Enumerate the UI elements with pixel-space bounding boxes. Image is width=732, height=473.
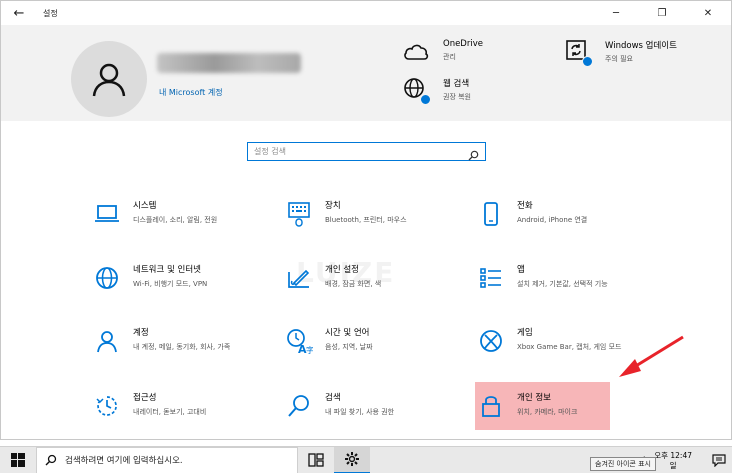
tile-time-language[interactable]: A字 시간 및 언어 음성, 지역, 날짜 xyxy=(285,326,465,376)
microsoft-account-link[interactable]: 내 Microsoft 계정 xyxy=(159,87,223,98)
window-controls: ─ ❐ ✕ xyxy=(593,1,731,25)
title-bar: ← 설정 ─ ❐ ✕ xyxy=(1,1,731,25)
notification-dot xyxy=(582,56,593,67)
tile-subtitle: 위치, 카메라, 마이크 xyxy=(517,408,578,416)
windows-logo-icon xyxy=(11,453,25,467)
tile-phone[interactable]: 전화 Android, iPhone 연결 xyxy=(477,199,657,249)
laptop-icon xyxy=(93,200,121,228)
time-language-icon: A字 xyxy=(285,327,313,355)
tile-search[interactable]: 검색 내 파일 찾기, 사용 권한 xyxy=(285,391,465,441)
globe-icon xyxy=(93,264,121,292)
tile-network[interactable]: 네트워크 및 인터넷 Wi-Fi, 비행기 모드, VPN xyxy=(93,263,273,313)
gear-icon xyxy=(345,452,359,466)
minimize-button[interactable]: ─ xyxy=(593,1,639,25)
tile-subtitle: 내 계정, 메일, 동기화, 회사, 가족 xyxy=(133,343,231,351)
tile-devices[interactable]: 장치 Bluetooth, 프린터, 마우스 xyxy=(285,199,465,249)
apps-list-icon xyxy=(477,264,505,292)
search-icon[interactable] xyxy=(468,146,479,161)
windows-update-title: Windows 업데이트 xyxy=(605,41,677,51)
onedrive-title: OneDrive xyxy=(443,39,483,49)
accessibility-icon xyxy=(93,392,121,420)
phone-icon xyxy=(477,200,505,228)
notification-center-icon[interactable] xyxy=(706,447,732,473)
back-button[interactable]: ← xyxy=(1,1,37,25)
onedrive-sub: 관리 xyxy=(443,53,456,61)
tile-subtitle: Bluetooth, 프린터, 마우스 xyxy=(325,216,407,224)
tile-subtitle: Android, iPhone 연결 xyxy=(517,216,588,224)
windows-update-item[interactable]: Windows 업데이트 주의 필요 xyxy=(565,39,677,67)
tile-title: 시간 및 언어 xyxy=(325,328,370,338)
settings-search-input[interactable] xyxy=(248,147,458,156)
web-search-item[interactable]: 웹 검색 권장 복원 xyxy=(403,77,471,105)
web-search-title: 웹 검색 xyxy=(443,79,470,89)
paint-icon xyxy=(285,264,313,292)
tile-title: 전화 xyxy=(517,201,533,211)
maximize-button[interactable]: ❐ xyxy=(639,1,685,25)
cloud-icon xyxy=(403,39,429,65)
search-icon xyxy=(45,454,57,466)
tile-subtitle: 배경, 잠금 화면, 색 xyxy=(325,280,382,288)
search-icon xyxy=(285,392,313,420)
notification-dot xyxy=(420,94,431,105)
tile-privacy[interactable]: 개인 정보 위치, 카메라, 마이크 xyxy=(477,391,657,441)
red-arrow-annotation xyxy=(619,335,684,377)
tile-system[interactable]: 시스템 디스플레이, 소리, 알림, 전원 xyxy=(93,199,273,249)
globe-icon xyxy=(403,77,431,105)
task-view-icon xyxy=(308,453,324,467)
start-button[interactable] xyxy=(0,447,36,473)
onedrive-item[interactable]: OneDrive 관리 xyxy=(403,39,483,65)
user-name-blurred xyxy=(157,53,301,73)
tile-title: 장치 xyxy=(325,201,341,211)
tray-tooltip: 숨겨진 아이콘 표시 xyxy=(590,457,656,471)
tile-title: 네트워크 및 인터넷 xyxy=(133,265,201,275)
web-search-sub: 권장 복원 xyxy=(443,93,471,101)
update-icon xyxy=(565,39,593,67)
tile-personalization[interactable]: 개인 설정 배경, 잠금 화면, 색 xyxy=(285,263,465,313)
tile-subtitle: 설치 제거, 기본값, 선택적 기능 xyxy=(517,280,608,288)
xbox-icon xyxy=(477,327,505,355)
tile-title: 계정 xyxy=(133,328,149,338)
lock-icon xyxy=(477,392,505,420)
tile-apps[interactable]: 앱 설치 제거, 기본값, 선택적 기능 xyxy=(477,263,657,313)
settings-search-box[interactable] xyxy=(247,142,486,161)
taskbar-search-box[interactable]: 검색하려면 여기에 입력하십시오. xyxy=(36,446,298,473)
settings-window: ← 설정 ─ ❐ ✕ 내 Microsoft 계정 OneDrive 관리 Wi… xyxy=(0,0,732,440)
settings-taskbar-button[interactable] xyxy=(334,446,370,473)
user-avatar-icon xyxy=(92,63,126,97)
tile-title: 검색 xyxy=(325,393,341,403)
avatar[interactable] xyxy=(71,41,147,117)
tile-accessibility[interactable]: 접근성 내레이터, 돋보기, 고대비 xyxy=(93,391,273,441)
tile-subtitle: Wi-Fi, 비행기 모드, VPN xyxy=(133,280,208,288)
task-view-button[interactable] xyxy=(298,447,334,473)
keyboard-icon xyxy=(285,200,313,228)
windows-update-sub: 주의 필요 xyxy=(605,55,633,63)
tile-title: 시스템 xyxy=(133,201,157,211)
tile-subtitle: 내 파일 찾기, 사용 권한 xyxy=(325,408,395,416)
svg-text:字: 字 xyxy=(306,345,313,354)
tile-subtitle: 음성, 지역, 날짜 xyxy=(325,343,373,351)
tile-title: 앱 xyxy=(517,265,525,275)
clock-time: 오후 12:47 xyxy=(654,450,692,460)
tile-title: 개인 설정 xyxy=(325,265,359,275)
close-button[interactable]: ✕ xyxy=(685,1,731,25)
tile-title: 접근성 xyxy=(133,393,157,403)
tile-accounts[interactable]: 계정 내 계정, 메일, 동기화, 회사, 가족 xyxy=(93,326,273,376)
tile-subtitle: 내레이터, 돋보기, 고대비 xyxy=(133,408,207,416)
clock[interactable]: 오후 12:47 일 xyxy=(654,451,692,471)
window-title: 설정 xyxy=(43,8,58,18)
clock-date: 일 xyxy=(669,460,677,470)
tile-title: 개인 정보 xyxy=(517,393,551,403)
tile-subtitle: 디스플레이, 소리, 알림, 전원 xyxy=(133,216,218,224)
taskbar-search-text: 검색하려면 여기에 입력하십시오. xyxy=(65,456,183,466)
person-icon xyxy=(93,327,121,355)
account-header: 내 Microsoft 계정 OneDrive 관리 Windows 업데이트 … xyxy=(1,25,731,121)
